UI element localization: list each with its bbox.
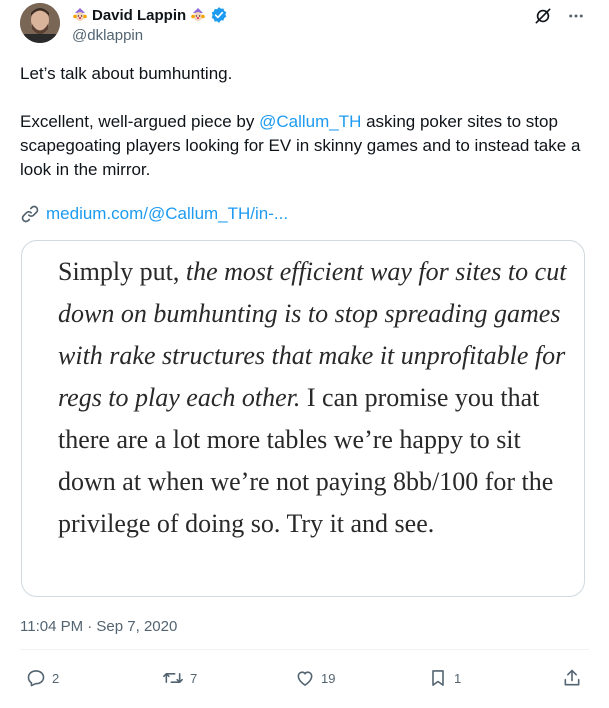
retweet-icon: [162, 668, 184, 688]
more-options-icon[interactable]: [567, 7, 585, 25]
tweet-text-before-mention: Excellent, well-argued piece by: [20, 112, 260, 131]
top-right-controls: [533, 6, 585, 26]
quote-text: Simply put, the most efficient way for s…: [58, 251, 568, 545]
reply-button[interactable]: 2: [26, 663, 59, 693]
bookmark-button[interactable]: 1: [428, 663, 461, 693]
link-preview-url[interactable]: medium.com/@Callum_TH/in-...: [20, 204, 288, 224]
like-button[interactable]: 19: [295, 663, 335, 693]
author-handle[interactable]: @dklappin: [72, 27, 143, 44]
author-name: David Lappin: [92, 6, 187, 24]
clown-emoji-icon: [190, 7, 206, 23]
avatar[interactable]: [20, 3, 60, 43]
bookmark-icon: [428, 668, 448, 688]
timestamp[interactable]: 11:04 PM · Sep 7, 2020: [20, 618, 177, 635]
link-icon: [20, 204, 40, 224]
tweet-line-1: Let’s talk about bumhunting.: [20, 64, 233, 83]
like-count: 19: [321, 670, 336, 686]
share-icon: [562, 668, 582, 688]
tweet-paragraph-2: Excellent, well-argued piece by @Callum_…: [20, 110, 590, 182]
retweet-button[interactable]: 7: [162, 663, 197, 693]
retweet-count: 7: [190, 670, 198, 686]
grok-icon[interactable]: [533, 6, 553, 26]
verified-badge-icon: [210, 6, 228, 24]
quote-image-card[interactable]: Simply put, the most efficient way for s…: [21, 240, 585, 597]
bookmark-count: 1: [454, 670, 462, 686]
tweet: David Lappin @dklappin Let’s talk about …: [0, 0, 609, 708]
clown-emoji-icon: [72, 7, 88, 23]
reply-icon: [26, 668, 46, 688]
action-bar: 2 7 19 1: [0, 663, 609, 693]
divider: [20, 649, 589, 650]
share-button[interactable]: [562, 663, 582, 693]
mention-link[interactable]: @Callum_TH: [259, 112, 361, 131]
author-name-row[interactable]: David Lappin: [72, 5, 228, 25]
link-text[interactable]: medium.com/@Callum_TH/in-...: [46, 204, 288, 224]
quote-plain-1: Simply put,: [58, 257, 186, 286]
tweet-text: Let’s talk about bumhunting. Excellent, …: [20, 62, 590, 182]
reply-count: 2: [52, 670, 60, 686]
heart-icon: [295, 668, 315, 688]
